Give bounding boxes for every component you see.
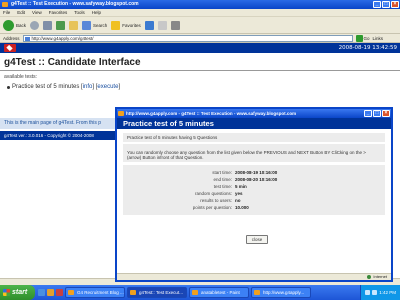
internet-zone-icon <box>367 275 372 279</box>
menu-bar: File Edit View Favorites Tools Help <box>0 9 400 17</box>
detail-label: points per question: <box>192 205 232 210</box>
detail-label: test time: <box>213 184 232 189</box>
detail-value: 10.000 <box>235 205 249 210</box>
ie-icon <box>2 2 8 7</box>
instructions-box: You can randomly choose any question fro… <box>123 144 385 162</box>
page-footer: g4Test ver.: 3.0.016 - Copyright © 2004-… <box>0 131 115 140</box>
menu-tools[interactable]: Tools <box>74 9 85 16</box>
g4test-logo <box>4 44 16 52</box>
popup-title-bar: http://www.g4apply.com - g4Test :: Test … <box>117 109 391 118</box>
popup-minimize-button[interactable]: _ <box>364 110 372 117</box>
taskbar-item-test-execution[interactable]: g4Test:: Test Execut... <box>127 287 187 298</box>
back-button[interactable]: Back <box>3 19 26 31</box>
favorites-star-icon <box>111 20 121 30</box>
popup-close-window-button[interactable]: × <box>382 110 390 117</box>
tray-network-icon[interactable] <box>365 290 371 295</box>
menu-view[interactable]: View <box>32 9 42 16</box>
page-header-bar: 2008-08-19 13:42:59 <box>0 43 400 53</box>
detail-value: no <box>235 198 241 203</box>
clock: 1:42 PM <box>379 290 396 295</box>
favorites-button[interactable]: Favorites <box>111 20 141 30</box>
taskbar: start G4 Recruitment Blog ... g4Test:: T… <box>0 285 400 300</box>
address-label: Address <box>3 35 20 41</box>
detail-value: yes <box>235 191 243 196</box>
execute-link[interactable]: execute <box>97 84 118 90</box>
maximize-button[interactable]: □ <box>382 1 390 8</box>
forward-button[interactable] <box>30 20 40 30</box>
available-tests-label: available tests: <box>4 74 38 80</box>
browser-toolbar: Back Search Favorites <box>0 17 400 34</box>
print-icon[interactable] <box>170 20 180 30</box>
popup-status-bar: Internet <box>117 273 391 280</box>
system-tray: 1:42 PM <box>360 285 400 300</box>
test-description: Practice test of 5 minutes having 5 Ques… <box>127 135 218 140</box>
taskbar-item-blog[interactable]: G4 Recruitment Blog ... <box>65 287 125 298</box>
detail-row-random-questions: random questions: yes <box>123 190 385 197</box>
search-icon <box>82 20 92 30</box>
test-details-table: start time: 2008-08-19 10:16:00 end time… <box>123 165 385 215</box>
back-arrow-icon <box>3 19 14 31</box>
test-execution-popup: http://www.g4apply.com - g4Test :: Test … <box>115 107 393 282</box>
browser-title: g4Test :: Test Execution - www.safyway.b… <box>11 1 139 7</box>
tray-volume-icon[interactable] <box>372 290 378 295</box>
history-icon[interactable] <box>144 20 154 30</box>
folder-quicklaunch-icon[interactable] <box>47 289 54 296</box>
detail-value: 2008-08-19 10:16:00 <box>235 170 278 175</box>
minimize-button[interactable]: _ <box>373 1 381 8</box>
close-window-button[interactable]: × <box>391 1 399 8</box>
detail-row-results-to-users: results to users: no <box>123 197 385 204</box>
menu-edit[interactable]: Edit <box>17 9 25 16</box>
test-instructions: You can randomly choose any question fro… <box>127 150 366 160</box>
address-bar: Address http://www.g4apply.com/g4test/ G… <box>0 34 400 43</box>
detail-label: random questions: <box>194 191 232 196</box>
go-arrow-icon <box>355 34 363 42</box>
title-divider <box>0 70 400 71</box>
detail-row-start-time: start time: 2008-08-19 10:16:00 <box>123 169 385 176</box>
menu-file[interactable]: File <box>3 9 10 16</box>
browser-title-bar: g4Test :: Test Execution - www.safyway.b… <box>0 0 400 9</box>
detail-value: 5 min <box>235 184 247 189</box>
info-message: This is the main page of g4Test. From th… <box>0 118 115 129</box>
detail-label: end time: <box>213 177 232 182</box>
page-title: g4Test :: Candidate Interface <box>4 57 141 68</box>
test-description-box: Practice test of 5 minutes having 5 Ques… <box>123 133 385 142</box>
zone-label: Internet <box>373 274 387 279</box>
detail-row-end-time: end time: 2008-08-20 10:16:00 <box>123 176 385 183</box>
search-button[interactable]: Search <box>82 20 107 30</box>
taskbar-item-g4apply[interactable]: http://www.g4apply... <box>251 287 311 298</box>
address-input[interactable]: http://www.g4apply.com/g4test/ <box>22 34 353 42</box>
links-label[interactable]: Links <box>373 36 384 41</box>
close-button[interactable]: close <box>246 235 268 244</box>
ie-icon <box>118 111 124 116</box>
home-icon[interactable] <box>69 20 79 30</box>
ie-quicklaunch-icon[interactable] <box>38 289 45 296</box>
refresh-icon[interactable] <box>56 20 66 30</box>
quick-launch <box>38 289 63 296</box>
start-button[interactable]: start <box>0 285 35 300</box>
info-link[interactable]: info <box>83 84 93 90</box>
taskbar-item-paint[interactable]: anatabletest - Paint <box>189 287 249 298</box>
go-button[interactable]: Go <box>355 34 370 42</box>
menu-favorites[interactable]: Favorites <box>49 9 68 16</box>
detail-row-points-per-question: points per question: 10.000 <box>123 204 385 211</box>
popup-window-title: http://www.g4apply.com - g4Test :: Test … <box>126 111 297 116</box>
detail-row-test-time: test time: 5 min <box>123 183 385 190</box>
list-bullet <box>7 86 10 89</box>
test-name: Practice test of 5 minutes <box>12 84 80 90</box>
test-list-item: Practice test of 5 minutes [info] [execu… <box>12 84 121 90</box>
app-quicklaunch-icon[interactable] <box>56 289 63 296</box>
stop-icon[interactable] <box>43 20 53 30</box>
detail-label: results to users: <box>200 198 232 203</box>
detail-value: 2008-08-20 10:16:00 <box>235 177 278 182</box>
menu-help[interactable]: Help <box>92 9 101 16</box>
mail-icon[interactable] <box>157 20 167 30</box>
popup-maximize-button[interactable]: □ <box>373 110 381 117</box>
detail-label: start time: <box>212 170 232 175</box>
popup-heading: Practice test of 5 minutes <box>117 118 391 129</box>
current-datetime: 2008-08-19 13:42:59 <box>338 45 397 51</box>
